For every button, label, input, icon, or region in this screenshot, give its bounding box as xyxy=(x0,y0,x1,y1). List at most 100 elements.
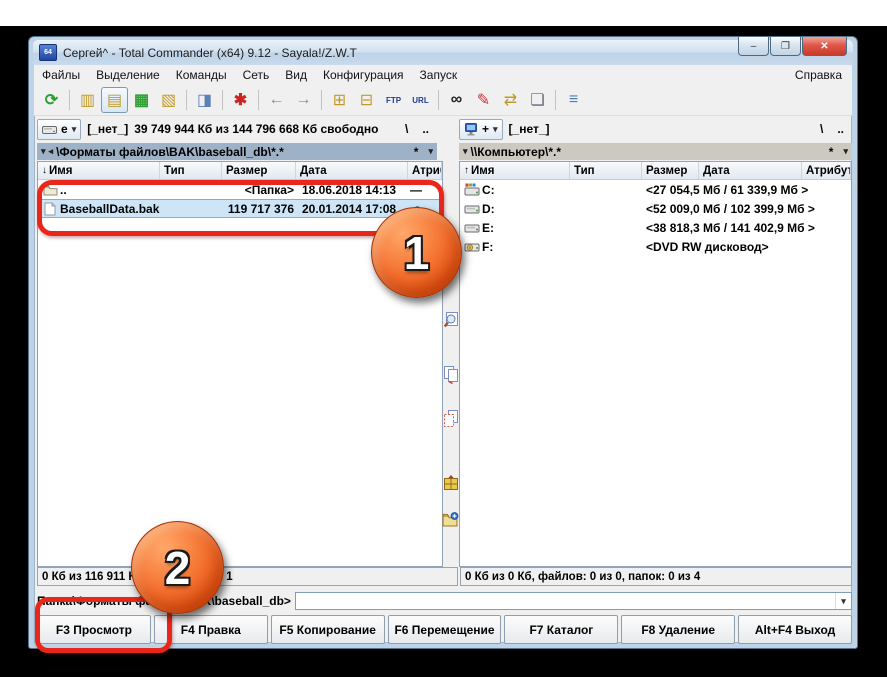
history-dropdown-icon[interactable]: ▾ xyxy=(41,146,46,157)
column-header-name[interactable]: ↓Имя xyxy=(38,162,160,179)
pack-icon[interactable]: ⊞ xyxy=(326,87,353,113)
compare-icon[interactable]: ❏ xyxy=(524,87,551,113)
toolbar-separator xyxy=(321,90,322,110)
drive-name: F: xyxy=(482,240,574,254)
column-header-attr[interactable]: Атрибуты xyxy=(408,162,442,179)
new-folder-icon[interactable] xyxy=(442,509,459,529)
restore-icon: ❐ xyxy=(781,41,790,52)
f7-mkdir-button[interactable]: F7 Каталог xyxy=(504,615,618,644)
right-drive-combo[interactable]: + ▾ xyxy=(459,119,503,140)
back-icon[interactable]: ← xyxy=(263,87,290,113)
command-history-dropdown[interactable]: ▾ xyxy=(835,593,851,609)
left-current-path: \Форматы файлов\BAK\baseball_db\*.* xyxy=(56,145,284,159)
column-header-date[interactable]: Дата xyxy=(699,162,802,179)
menu-view[interactable]: Вид xyxy=(277,66,315,84)
drive-row-c[interactable]: C: <27 054,5 Мб / 61 339,9 Мб > xyxy=(460,180,851,199)
refresh-icon[interactable]: ⟳ xyxy=(38,87,65,113)
menu-selection[interactable]: Выделение xyxy=(88,66,168,84)
tree-view-icon[interactable]: ▧ xyxy=(155,87,182,113)
drive-row-d[interactable]: D: <52 009,0 Мб / 102 399,9 Мб > xyxy=(460,199,851,218)
chevron-left-icon[interactable]: ◂ xyxy=(49,146,54,157)
column-header-type[interactable]: Тип xyxy=(160,162,222,179)
file-row-baseballdata[interactable]: BaseballData.bak 119 717 376 20.01.2014 … xyxy=(38,199,442,218)
filter-star-icon[interactable]: * xyxy=(829,145,834,159)
menu-start[interactable]: Запуск xyxy=(412,66,466,84)
drive-size: <27 054,5 Мб / 61 339,9 Мб > xyxy=(646,183,851,197)
app-icon: 64 xyxy=(39,44,57,61)
drive-row-e[interactable]: E: <38 818,3 Мб / 141 402,9 Мб > xyxy=(460,218,851,237)
minimize-button[interactable]: – xyxy=(738,37,769,56)
column-header-date[interactable]: Дата xyxy=(296,162,408,179)
f8-delete-button[interactable]: F8 Удаление xyxy=(621,615,735,644)
copy-file-icon[interactable] xyxy=(442,365,459,385)
menu-help[interactable]: Справка xyxy=(785,66,852,84)
drive-row-f[interactable]: F: <DVD RW дисковод> xyxy=(460,237,851,256)
menu-commands[interactable]: Команды xyxy=(168,66,235,84)
left-drive-combo[interactable]: e ▾ xyxy=(37,119,81,140)
column-header-attr[interactable]: Атрибуты xyxy=(802,162,851,179)
drive-name: C: xyxy=(482,183,574,197)
unpack-icon[interactable]: ⊟ xyxy=(353,87,380,113)
f5-copy-button[interactable]: F5 Копирование xyxy=(271,615,385,644)
command-input[interactable] xyxy=(296,594,835,608)
folder-up-icon xyxy=(40,184,60,196)
step-badge-1: 1 xyxy=(371,207,462,298)
right-path-bar[interactable]: ▾ \\Компьютер\*.* * ▾ xyxy=(459,143,852,160)
history-dropdown-icon[interactable]: ▾ xyxy=(463,146,468,157)
chevron-down-icon: ▾ xyxy=(493,124,498,135)
step-badge-2: 2 xyxy=(131,521,224,614)
filter-star-icon[interactable]: * xyxy=(414,145,419,159)
command-input-wrap: ▾ xyxy=(295,592,852,610)
function-key-bar: F3 Просмотр F4 Правка F5 Копирование F6 … xyxy=(37,615,852,644)
drive-windows-icon xyxy=(462,183,482,196)
f4-edit-button[interactable]: F4 Правка xyxy=(154,615,268,644)
wildcard-icon[interactable]: ✱ xyxy=(227,87,254,113)
menu-configuration[interactable]: Конфигурация xyxy=(315,66,412,84)
view-file-icon[interactable] xyxy=(442,311,459,331)
chevron-down-icon: ▾ xyxy=(841,596,846,607)
chevron-down-icon[interactable]: ▾ xyxy=(843,146,848,157)
left-path-bar[interactable]: ▾ ◂ \Форматы файлов\BAK\baseball_db\*.* … xyxy=(37,143,437,160)
altf4-exit-button[interactable]: Alt+F4 Выход xyxy=(738,615,852,644)
column-header-size[interactable]: Размер xyxy=(642,162,699,179)
brief-view-icon[interactable]: ▥ xyxy=(74,87,101,113)
maximize-button[interactable]: ❐ xyxy=(770,37,801,56)
step-number: 2 xyxy=(165,541,191,595)
quick-view-icon[interactable]: ◨ xyxy=(191,87,218,113)
column-header-name[interactable]: ↑Имя xyxy=(460,162,570,179)
drive-size: <DVD RW дисковод> xyxy=(646,240,851,254)
file-row-up-dir[interactable]: .. <Папка> 18.06.2018 14:13 — xyxy=(38,180,442,199)
forward-icon[interactable]: → xyxy=(290,87,317,113)
multi-rename-icon[interactable]: ✎ xyxy=(470,87,497,113)
desktop-background-strip xyxy=(0,0,887,26)
f6-move-button[interactable]: F6 Перемещение xyxy=(388,615,502,644)
column-header-size[interactable]: Размер xyxy=(222,162,296,179)
column-header-type[interactable]: Тип xyxy=(570,162,642,179)
ftp-url-icon[interactable]: URL xyxy=(407,87,434,113)
ftp-connect-icon[interactable]: FTP xyxy=(380,87,407,113)
right-up-button[interactable]: .. xyxy=(837,122,844,136)
close-icon: ✕ xyxy=(820,41,828,52)
file-attr: — xyxy=(410,183,442,197)
thumbnails-view-icon[interactable]: ▦ xyxy=(128,87,155,113)
screenshot-stage: 64 Сергей^ - Total Commander (x64) 9.12 … xyxy=(0,0,887,677)
window-title: Сергей^ - Total Commander (x64) 9.12 - S… xyxy=(63,46,357,60)
f3-view-button[interactable]: F3 Просмотр xyxy=(37,615,151,644)
right-file-panel: ↑Имя Тип Размер Дата Атрибуты C: <27 054… xyxy=(459,161,852,567)
menu-network[interactable]: Сеть xyxy=(235,66,278,84)
menu-files[interactable]: Файлы xyxy=(34,66,88,84)
search-icon[interactable]: ∞ xyxy=(443,87,470,113)
sync-dirs-icon[interactable]: ⇄ xyxy=(497,87,524,113)
chevron-down-icon[interactable]: ▾ xyxy=(428,146,433,157)
left-up-button[interactable]: .. xyxy=(422,122,429,136)
file-date: 18.06.2018 14:13 xyxy=(298,183,410,197)
right-drive-letter: + xyxy=(482,122,489,136)
notepad-icon[interactable]: ≡ xyxy=(560,87,587,113)
pack-files-icon[interactable] xyxy=(442,473,459,493)
left-root-button[interactable]: \ xyxy=(405,122,408,136)
move-file-icon[interactable] xyxy=(442,409,459,429)
right-root-button[interactable]: \ xyxy=(820,122,823,136)
full-view-icon[interactable]: ▤ xyxy=(101,87,128,113)
close-button[interactable]: ✕ xyxy=(802,37,847,56)
toolbar-separator xyxy=(69,90,70,110)
